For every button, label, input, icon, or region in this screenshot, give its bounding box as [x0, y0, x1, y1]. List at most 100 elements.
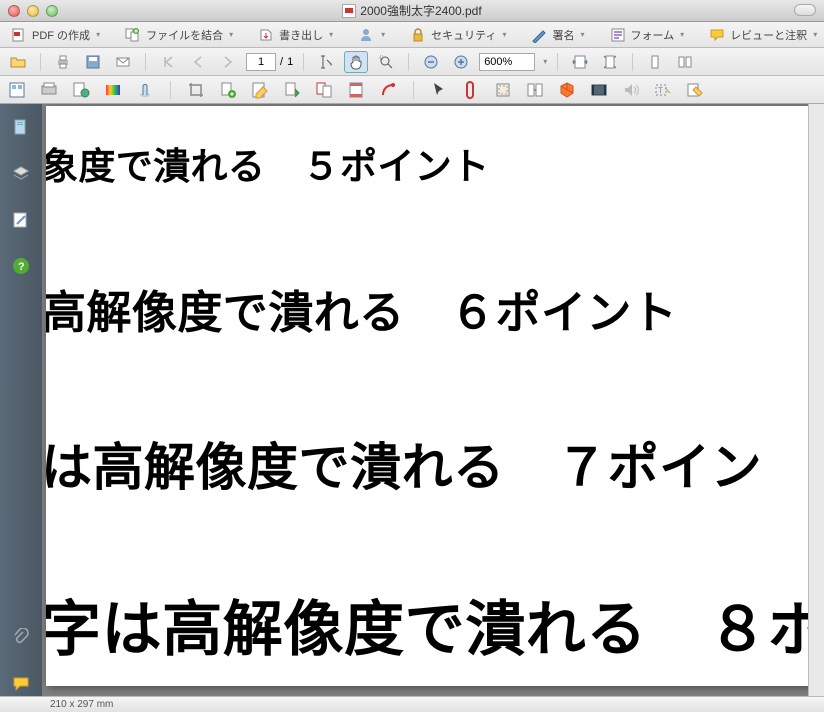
- main-area: ? 象度で潰れる ５ポイント 高解像度で潰れる ６ポイント は高解像度で潰れる …: [0, 104, 824, 696]
- document-text-line: 字は高解像度で潰れる ８ポ: [46, 581, 818, 668]
- review-icon: [708, 26, 726, 44]
- comments-panel-button[interactable]: [9, 672, 33, 696]
- document-text-line: 高解像度で潰れる ６ポイント: [46, 276, 677, 341]
- security-menu[interactable]: セキュリティ▾: [405, 24, 510, 46]
- zoom-out-button[interactable]: [419, 51, 443, 73]
- zoom-in-button[interactable]: [449, 51, 473, 73]
- page-sep: /: [280, 56, 283, 68]
- chevron-down-icon: ▾: [813, 30, 817, 39]
- sound-tool-button[interactable]: [620, 79, 642, 101]
- export-icon: [257, 26, 275, 44]
- separator: [408, 53, 409, 71]
- separator: [40, 53, 41, 71]
- window-title-text: 2000強制太字2400.pdf: [360, 2, 481, 19]
- link-tool-button[interactable]: [460, 79, 482, 101]
- sign-icon: [530, 26, 548, 44]
- replace-pages-button[interactable]: [313, 79, 335, 101]
- prev-page-button[interactable]: [186, 51, 210, 73]
- chevron-down-icon[interactable]: ▾: [543, 57, 547, 66]
- two-page-button[interactable]: [673, 51, 697, 73]
- organizer-button[interactable]: [6, 79, 28, 101]
- chevron-down-icon: ▾: [329, 30, 333, 39]
- lock-icon: [409, 26, 427, 44]
- web-capture-button[interactable]: [70, 79, 92, 101]
- document-canvas[interactable]: 象度で潰れる ５ポイント 高解像度で潰れる ６ポイント は高解像度で潰れる ７ポ…: [42, 104, 824, 696]
- toolbar-pill-button[interactable]: [794, 4, 816, 16]
- print-button[interactable]: [51, 51, 75, 73]
- separator: [303, 53, 304, 71]
- page-number-input[interactable]: [246, 53, 276, 71]
- 3d-tool-button[interactable]: [556, 79, 578, 101]
- navigation-sidebar: ?: [0, 104, 42, 696]
- page-total: 1: [287, 56, 293, 68]
- chevron-down-icon: ▾: [96, 30, 100, 39]
- form-menu[interactable]: フォーム▾: [605, 24, 689, 46]
- svg-text:T: T: [658, 86, 663, 95]
- save-button[interactable]: [81, 51, 105, 73]
- select-tool-button[interactable]: [314, 51, 338, 73]
- fit-page-button[interactable]: [598, 51, 622, 73]
- pointer-tool-button[interactable]: [428, 79, 450, 101]
- pages-panel-button[interactable]: [9, 116, 33, 140]
- separator: [557, 53, 558, 71]
- review-menu[interactable]: レビューと注釈▾: [704, 24, 821, 46]
- start-meeting-button[interactable]: ▾: [353, 24, 389, 46]
- meeting-icon: [357, 26, 375, 44]
- insert-pages-button[interactable]: [217, 79, 239, 101]
- extract-button[interactable]: [281, 79, 303, 101]
- page-number-group: / 1: [246, 53, 293, 71]
- open-button[interactable]: [6, 51, 30, 73]
- chevron-down-icon: ▾: [229, 30, 233, 39]
- sign-menu[interactable]: 署名▾: [526, 24, 588, 46]
- document-text-line: 象度で潰れる ５ポイント: [46, 136, 489, 190]
- chevron-down-icon: ▾: [502, 30, 506, 39]
- layers-panel-button[interactable]: [9, 162, 33, 186]
- touchup-object-button[interactable]: T: [652, 79, 674, 101]
- edit-object-button[interactable]: [684, 79, 706, 101]
- marquee-zoom-button[interactable]: [374, 51, 398, 73]
- combine-icon: [124, 26, 142, 44]
- svg-text:?: ?: [18, 261, 25, 273]
- page-dimensions: 210 x 297 mm: [50, 699, 113, 710]
- chevron-down-icon: ▾: [680, 30, 684, 39]
- main-toolbar: / 1 ▾: [0, 48, 824, 76]
- preflight-button[interactable]: [134, 79, 156, 101]
- combine-files-menu[interactable]: ファイルを結合▾: [120, 24, 237, 46]
- window-titlebar: 2000強制太字2400.pdf: [0, 0, 824, 22]
- separator: [170, 81, 171, 99]
- separator: [413, 81, 414, 99]
- create-pdf-menu[interactable]: PDF の作成▾: [6, 24, 104, 46]
- movie-tool-button[interactable]: [588, 79, 610, 101]
- single-page-button[interactable]: [643, 51, 667, 73]
- help-button[interactable]: ?: [9, 254, 33, 278]
- status-bar: 210 x 297 mm: [0, 696, 824, 712]
- hand-tool-button[interactable]: [344, 51, 368, 73]
- vertical-scrollbar[interactable]: [808, 104, 824, 696]
- crop-button[interactable]: [185, 79, 207, 101]
- attachments-panel-button[interactable]: [9, 626, 33, 650]
- zoom-input[interactable]: [479, 53, 535, 71]
- pdf-file-icon: [342, 4, 356, 18]
- scan-button[interactable]: [38, 79, 60, 101]
- first-page-button[interactable]: [156, 51, 180, 73]
- document-text-line: は高解像度で潰れる ７ポイン: [46, 426, 762, 500]
- form-icon: [609, 26, 627, 44]
- crop-tool-button[interactable]: [492, 79, 514, 101]
- headers-footers-button[interactable]: [345, 79, 367, 101]
- pdf-page: 象度で潰れる ５ポイント 高解像度で潰れる ６ポイント は高解像度で潰れる ７ポ…: [46, 106, 818, 686]
- create-pdf-icon: [10, 26, 28, 44]
- window-title: 2000強制太字2400.pdf: [0, 2, 824, 19]
- article-tool-button[interactable]: [524, 79, 546, 101]
- chevron-down-icon: ▾: [381, 30, 385, 39]
- next-page-button[interactable]: [216, 51, 240, 73]
- export-menu[interactable]: 書き出し▾: [253, 24, 337, 46]
- separator: [632, 53, 633, 71]
- color-button[interactable]: [102, 79, 124, 101]
- fit-width-button[interactable]: [568, 51, 592, 73]
- touchup-text-button[interactable]: [249, 79, 271, 101]
- fix-hairlines-button[interactable]: [377, 79, 399, 101]
- task-menubar: PDF の作成▾ ファイルを結合▾ 書き出し▾ ▾ セキュリティ▾ 署名▾ フォ…: [0, 22, 824, 48]
- email-button[interactable]: [111, 51, 135, 73]
- chevron-down-icon: ▾: [580, 30, 584, 39]
- signatures-panel-button[interactable]: [9, 208, 33, 232]
